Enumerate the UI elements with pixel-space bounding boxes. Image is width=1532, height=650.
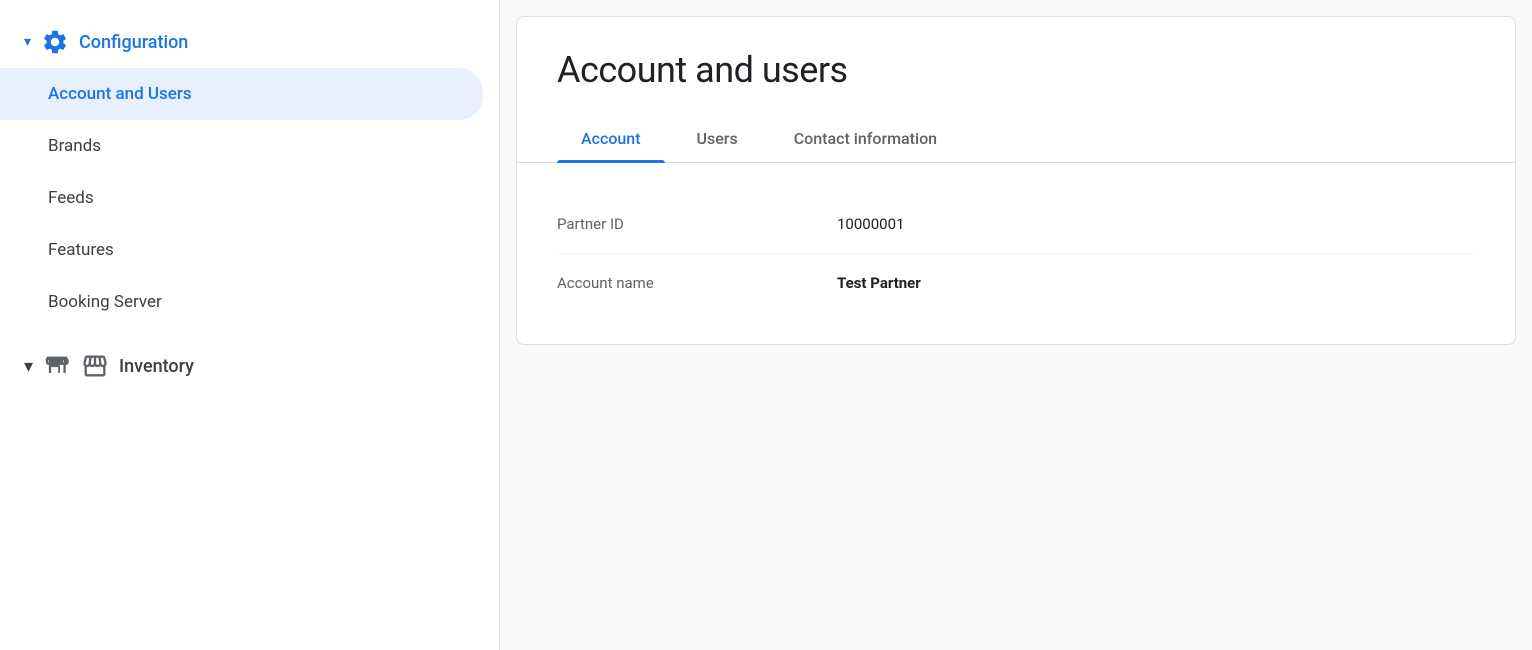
account-name-label: Account name: [557, 274, 837, 292]
sidebar-item-account-and-users[interactable]: Account and Users: [0, 68, 483, 120]
partner-id-label: Partner ID: [557, 215, 837, 233]
main-content: Account and users Account Users Contact …: [500, 0, 1532, 650]
tab-contact-information[interactable]: Contact information: [770, 115, 961, 162]
sidebar: ▾ Configuration Account and Users Brands…: [0, 0, 500, 650]
sidebar-item-booking-server[interactable]: Booking Server: [0, 276, 499, 328]
gear-icon: [41, 28, 69, 56]
sidebar-item-label: Features: [48, 240, 114, 260]
inventory-section[interactable]: ▾ Inventory: [0, 336, 499, 396]
tab-users[interactable]: Users: [673, 115, 762, 162]
chevron-down-icon: ▾: [24, 34, 31, 50]
tab-account[interactable]: Account: [557, 115, 665, 162]
sidebar-item-brands[interactable]: Brands: [0, 120, 499, 172]
partner-id-value: 10000001: [837, 215, 904, 233]
sidebar-item-label: Account and Users: [48, 84, 192, 104]
account-name-row: Account name Test Partner: [557, 254, 1475, 312]
account-name-value: Test Partner: [837, 274, 921, 292]
sidebar-item-features[interactable]: Features: [0, 224, 499, 276]
sidebar-item-feeds[interactable]: Feeds: [0, 172, 499, 224]
configuration-section[interactable]: ▾ Configuration: [0, 16, 499, 68]
tabs-container: Account Users Contact information: [517, 115, 1515, 163]
partner-id-row: Partner ID 10000001: [557, 195, 1475, 254]
sidebar-item-label: Booking Server: [48, 292, 162, 312]
content-card: Account and users Account Users Contact …: [516, 16, 1516, 345]
inventory-label: Inventory: [119, 356, 194, 377]
store-icon: [43, 352, 71, 380]
configuration-label: Configuration: [79, 32, 188, 53]
page-title: Account and users: [517, 17, 1515, 115]
sidebar-item-label: Feeds: [48, 188, 94, 208]
sidebar-item-label: Brands: [48, 136, 101, 156]
store-icon-2: [81, 352, 109, 380]
account-content: Partner ID 10000001 Account name Test Pa…: [517, 163, 1515, 344]
chevron-down-icon: ▾: [24, 356, 33, 377]
